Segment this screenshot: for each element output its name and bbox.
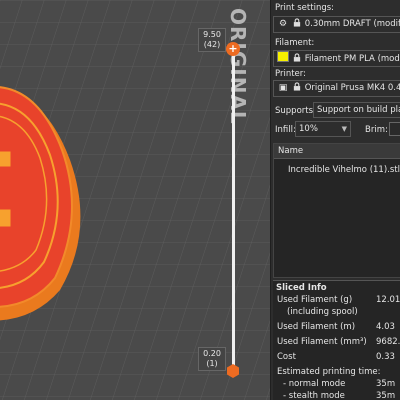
lock-icon — [293, 53, 301, 62]
filament-combo[interactable]: Filament PM PLA (modified) — [273, 50, 400, 67]
sliced-info-title: Sliced Info — [276, 283, 327, 293]
layer-bottom-height: 0.20 — [203, 349, 221, 358]
layer-bottom-number: (1) — [206, 359, 218, 368]
print-settings-value: 0.30mm DRAFT (modified) — [304, 19, 400, 29]
brim-checkbox[interactable] — [389, 122, 400, 136]
infill-combo[interactable]: 10% ▼ — [295, 121, 351, 137]
stealth-mode-label: - stealth mode — [283, 391, 345, 400]
cost-value: 0.33 — [376, 352, 395, 362]
used-filament-g-label: Used Filament (g) — [277, 295, 353, 305]
printer-label: Printer: — [275, 69, 306, 79]
layer-top-height: 9.50 — [203, 30, 221, 39]
used-filament-mm3-value: 9682.66 — [376, 337, 400, 347]
sliced-info-panel: Sliced Info Used Filament (g) 12.01 (12.… — [273, 280, 400, 400]
including-spool-label: (including spool) — [287, 307, 358, 317]
object-list-header[interactable]: Name — [274, 144, 400, 159]
layer-slider-track[interactable] — [232, 49, 235, 371]
supports-combo[interactable]: Support on build plate only — [313, 102, 400, 118]
filament-value: Filament PM PLA (modified) — [304, 54, 400, 64]
used-filament-mm3-label: Used Filament (mm³) — [277, 337, 367, 347]
used-filament-m-value: 4.03 — [376, 322, 395, 332]
right-sidebar: Print settings: ⚙ 0.30mm DRAFT (modified… — [270, 0, 400, 400]
printer-combo[interactable]: ▣ Original Prusa MK4 0.4 nozzle — [273, 80, 400, 97]
printer-value: Original Prusa MK4 0.4 nozzle — [304, 83, 400, 93]
layer-slider-top-handle[interactable]: + — [226, 42, 240, 56]
chevron-down-icon: ▼ — [341, 125, 347, 133]
printer-icon: ▣ — [278, 83, 288, 93]
print-settings-combo[interactable]: ⚙ 0.30mm DRAFT (modified) — [273, 16, 400, 33]
list-item[interactable]: Incredible Vihelmo (11).stl — [274, 162, 400, 178]
3d-viewport[interactable]: ORIGINAL 9.50 (42) + 0.20 (1) — [0, 0, 270, 400]
gear-icon: ⚙ — [278, 19, 288, 29]
cost-label: Cost — [277, 352, 296, 362]
printer-bed-logo: ORIGINAL — [226, 0, 251, 148]
used-filament-m-label: Used Filament (m) — [277, 322, 356, 332]
brim-label: Brim: — [365, 125, 388, 135]
filament-label: Filament: — [275, 38, 315, 48]
stealth-mode-value: 35m — [376, 391, 396, 400]
normal-mode-value: 35m — [376, 379, 396, 389]
layer-bottom-label: 0.20 (1) — [198, 347, 226, 371]
used-filament-g-value: 12.01 (12.01) — [376, 295, 400, 305]
object-list: Name Incredible Vihelmo (11).stl — [273, 143, 400, 278]
layer-top-label: 9.50 (42) — [198, 28, 226, 52]
filament-color-swatch[interactable] — [277, 51, 289, 62]
lock-icon — [293, 82, 301, 91]
supports-value: Support on build plate only — [317, 105, 400, 115]
estimated-time-label: Estimated printing time: — [277, 367, 381, 377]
bed-brand-text: ORIGINAL — [226, 8, 250, 125]
supports-label: Supports: — [275, 106, 316, 116]
infill-value: 10% — [299, 124, 318, 134]
lock-icon — [293, 18, 301, 27]
print-settings-label: Print settings: — [275, 3, 335, 13]
normal-mode-label: - normal mode — [283, 379, 346, 389]
layer-top-number: (42) — [203, 40, 221, 49]
infill-label: Infill: — [275, 125, 296, 135]
